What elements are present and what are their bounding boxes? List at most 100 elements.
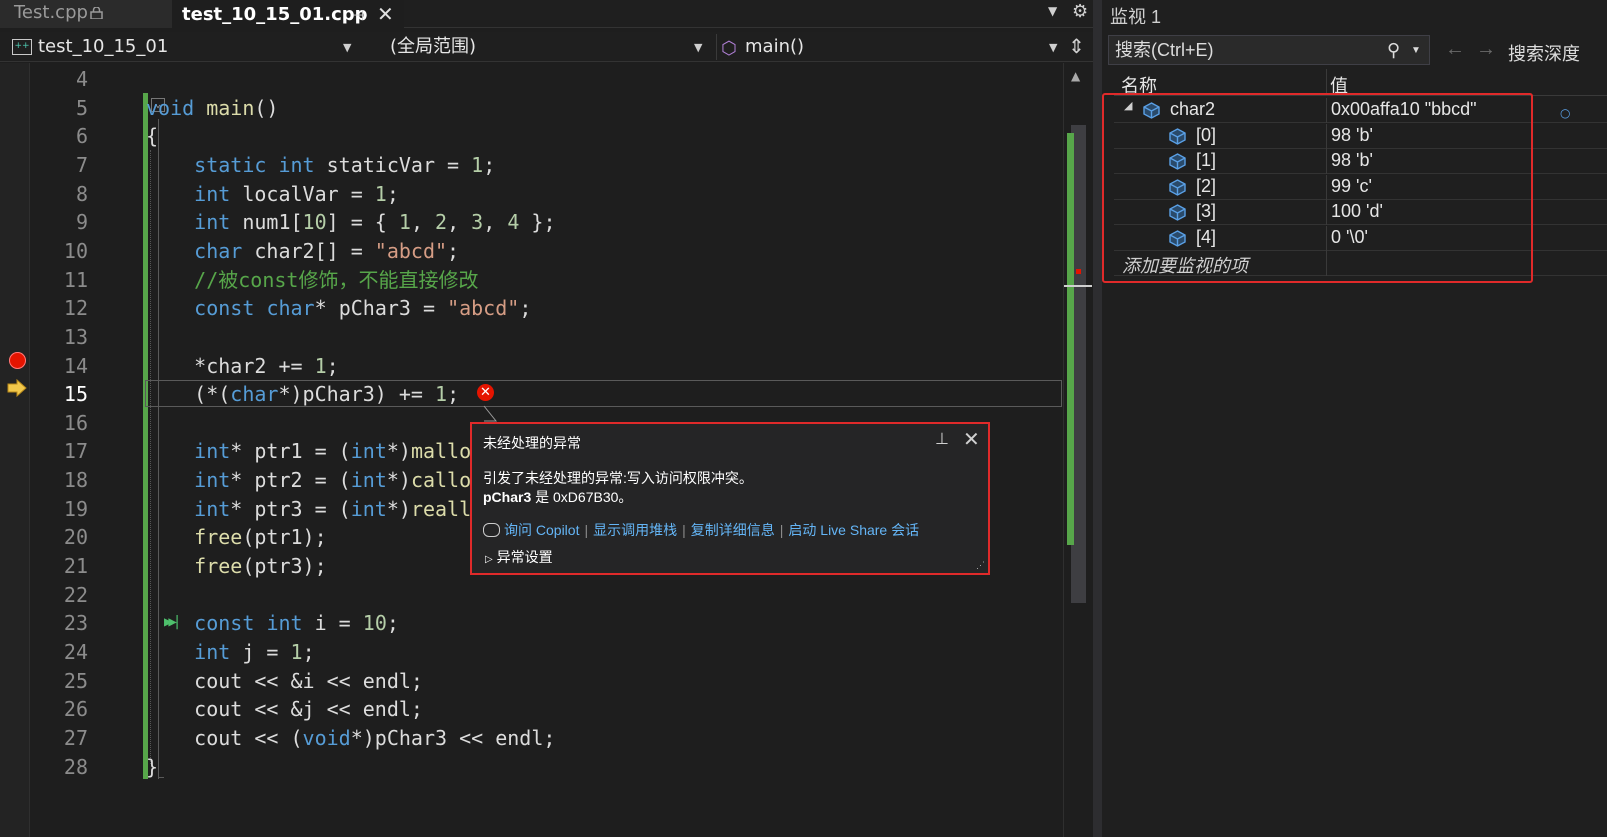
- close-icon[interactable]: ✕: [963, 427, 980, 452]
- exception-detail: pChar3 是 0xD67B30。: [483, 487, 632, 507]
- code-line[interactable]: 27 cout << (void*)pChar3 << endl;: [30, 724, 1060, 752]
- code-line[interactable]: 28}: [30, 753, 1060, 781]
- exception-settings-toggle[interactable]: ▷ 异常设置: [485, 547, 553, 567]
- close-icon[interactable]: ✕: [377, 1, 394, 27]
- code-line[interactable]: 22: [30, 581, 1060, 609]
- editor-pane: Test.cpp test_10_15_01.cpp ⊣ ✕ ▼ ⚙ ++ te…: [0, 0, 1093, 837]
- code-text: int* ptr2 = (int*)callo: [194, 468, 472, 493]
- code-line[interactable]: 15 (*(char*)pChar3) += 1;: [30, 380, 1060, 408]
- change-marker: [1067, 133, 1074, 545]
- watch-column-header: 名称 值: [1114, 69, 1607, 96]
- line-number: 27: [63, 725, 88, 750]
- navigation-bar: ++ test_10_15_01 ▼ (全局范围) ▼ ⬡ main() ▼ ⇕: [0, 32, 1093, 62]
- watch-search-box[interactable]: 搜索(Ctrl+E) ⚲ ▼: [1108, 35, 1430, 65]
- chevron-down-icon: ▼: [343, 41, 352, 54]
- code-text: }: [146, 754, 159, 779]
- line-number: 5: [75, 95, 88, 120]
- code-text: *char2 += 1;: [146, 353, 339, 378]
- split-icon[interactable]: ⇕: [1068, 34, 1085, 58]
- gear-icon[interactable]: ⚙: [1072, 1, 1088, 22]
- scope-dropdown[interactable]: (全局范围) ▼: [380, 34, 705, 60]
- search-depth-label[interactable]: 搜索深度: [1508, 40, 1580, 66]
- code-text: cout << &j << endl;: [146, 697, 423, 722]
- line-number: 10: [63, 238, 88, 263]
- line-number: 13: [63, 324, 88, 349]
- popup-pointer: [483, 405, 498, 422]
- breakpoint-icon[interactable]: [9, 352, 26, 369]
- code-line[interactable]: 25 cout << &i << endl;: [30, 667, 1060, 695]
- exception-settings-label: 异常设置: [496, 549, 553, 565]
- document-tab-bar: Test.cpp test_10_15_01.cpp ⊣ ✕ ▼ ⚙: [0, 0, 1093, 28]
- code-line[interactable]: 11 //被const修饰，不能直接修改: [30, 266, 1060, 294]
- code-line[interactable]: 10 char char2[] = "abcd";: [30, 237, 1060, 265]
- line-number: 12: [63, 296, 88, 321]
- line-number: 9: [75, 210, 88, 235]
- exception-address: 是 0xD67B30。: [531, 489, 633, 505]
- ask-copilot-link[interactable]: 询问 Copilot: [504, 522, 579, 538]
- error-icon[interactable]: ✕: [477, 384, 494, 401]
- line-number: 21: [63, 554, 88, 579]
- code-text: int num1[10] = { 1, 2, 3, 4 };: [194, 210, 556, 235]
- line-number: 17: [63, 439, 88, 464]
- show-call-stack-link[interactable]: 显示调用堆栈: [593, 522, 677, 538]
- copy-details-link[interactable]: 复制详细信息: [691, 522, 775, 538]
- code-line[interactable]: 12 const char* pChar3 = "abcd";: [30, 294, 1060, 322]
- tab-label: test_10_15_01.cpp: [182, 4, 368, 25]
- code-line[interactable]: 8 int localVar = 1;: [30, 180, 1060, 208]
- code-line[interactable]: 5 void main(): [30, 94, 1060, 122]
- line-number: 23: [63, 611, 88, 636]
- back-icon[interactable]: ←: [1445, 38, 1465, 61]
- code-line[interactable]: 13: [30, 323, 1060, 351]
- code-line[interactable]: 7 static int staticVar = 1;: [30, 151, 1060, 179]
- code-text: cout << (void*)pChar3 << endl;: [146, 725, 556, 750]
- tab-overflow-dropdown-icon[interactable]: ▼: [1048, 4, 1057, 18]
- code-text: free(ptr3);: [194, 554, 327, 579]
- copilot-icon: [483, 523, 500, 537]
- chevron-down-icon[interactable]: ▼: [1411, 37, 1421, 65]
- pin-icon[interactable]: ⊣: [352, 3, 364, 29]
- line-number: 4: [75, 67, 88, 91]
- indicator-margin[interactable]: [0, 63, 30, 837]
- code-line[interactable]: 6{: [30, 122, 1060, 150]
- line-number: 18: [63, 468, 88, 493]
- exception-message: 引发了未经处理的异常:写入访问权限冲突。: [483, 470, 753, 486]
- resize-grip-icon[interactable]: ⋰: [976, 560, 985, 571]
- breakpoint-marker: [1076, 269, 1081, 274]
- project-label: test_10_15_01: [38, 36, 169, 57]
- code-text: char char2[] = "abcd";: [194, 238, 460, 263]
- project-icon: ++: [12, 39, 32, 55]
- code-line[interactable]: 9 int num1[10] = { 1, 2, 3, 4 };: [30, 208, 1060, 236]
- line-number: 15: [63, 382, 88, 407]
- lock-icon: [90, 7, 103, 19]
- code-line[interactable]: 23 const int i = 10;: [30, 609, 1060, 637]
- function-label: main(): [745, 36, 805, 57]
- code-text: static int staticVar = 1;: [194, 152, 496, 177]
- pin-icon[interactable]: ⊥: [935, 429, 949, 449]
- line-number: 19: [63, 496, 88, 521]
- run-to-click-icon[interactable]: ▶▶|: [164, 614, 181, 630]
- function-dropdown[interactable]: ⬡ main() ▼: [716, 34, 1061, 60]
- tab-test-10-15-01-cpp[interactable]: test_10_15_01.cpp ⊣ ✕: [172, 0, 404, 28]
- pane-splitter[interactable]: [1093, 0, 1102, 837]
- tab-test-cpp[interactable]: Test.cpp: [0, 0, 172, 28]
- annotation-highlight-box: [1102, 93, 1533, 283]
- search-icon[interactable]: ⚲: [1387, 36, 1400, 64]
- start-live-share-link[interactable]: 启动 Live Share 会话: [788, 522, 919, 538]
- tab-label: Test.cpp: [14, 2, 88, 23]
- code-line[interactable]: 14 *char2 += 1;: [30, 352, 1060, 380]
- chevron-down-icon: ▼: [1049, 41, 1058, 54]
- code-text: int j = 1;: [194, 640, 315, 664]
- forward-icon[interactable]: →: [1476, 38, 1496, 61]
- code-line[interactable]: 26 cout << &j << endl;: [30, 695, 1060, 723]
- code-line[interactable]: 4: [30, 65, 1060, 93]
- line-number: 14: [63, 353, 88, 378]
- cube-icon: ⬡: [721, 38, 737, 59]
- code-line[interactable]: 24 int j = 1;: [30, 638, 1060, 666]
- expand-triangle-icon: ▷: [485, 554, 493, 565]
- vertical-scrollbar[interactable]: ▲: [1063, 63, 1092, 837]
- refresh-icon[interactable]: ○: [1560, 106, 1570, 120]
- line-number: 25: [63, 668, 88, 693]
- line-number: 8: [75, 181, 88, 206]
- scroll-up-icon[interactable]: ▲: [1071, 69, 1080, 83]
- project-dropdown[interactable]: ++ test_10_15_01 ▼: [8, 34, 358, 60]
